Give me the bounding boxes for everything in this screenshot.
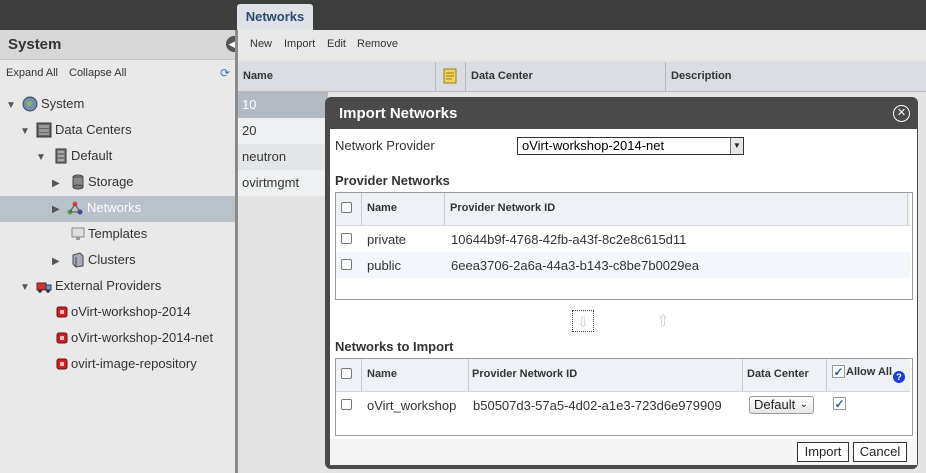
column-header-name[interactable]: Name bbox=[367, 368, 397, 380]
provider-icon bbox=[56, 332, 68, 344]
expand-arrow-icon[interactable]: ▼ bbox=[20, 282, 30, 293]
tab-networks[interactable]: Networks bbox=[237, 4, 313, 30]
column-header-name[interactable]: Name bbox=[367, 202, 397, 214]
tree-item-data-centers[interactable]: Data Centers bbox=[55, 117, 132, 143]
chevron-down-icon[interactable]: ▼ bbox=[730, 138, 743, 154]
datacenters-icon bbox=[36, 122, 52, 138]
data-center-select[interactable]: Default ⌄ bbox=[749, 396, 814, 414]
column-header-data-center[interactable]: Data Center bbox=[471, 70, 533, 82]
network-name: private bbox=[367, 232, 407, 247]
expand-arrow-icon[interactable]: ▶ bbox=[52, 178, 60, 189]
template-icon bbox=[71, 227, 85, 240]
table-row[interactable]: 20 bbox=[238, 118, 328, 144]
move-down-button[interactable]: ⇩ bbox=[572, 310, 594, 332]
refresh-icon[interactable]: ⟳ bbox=[220, 66, 230, 80]
tree-item-clusters[interactable]: Clusters bbox=[88, 247, 136, 273]
new-button[interactable]: New bbox=[250, 38, 272, 50]
tree-item-system[interactable]: System bbox=[41, 91, 84, 117]
allow-all-header-checkbox[interactable]: ✓ bbox=[832, 365, 845, 378]
column-divider bbox=[361, 359, 362, 391]
tree-item-external-providers[interactable]: External Providers bbox=[55, 273, 161, 299]
column-divider bbox=[468, 359, 469, 391]
tree-item-storage[interactable]: Storage bbox=[88, 169, 134, 195]
network-id: 10644b9f-4768-42fb-a43f-8c2e8c615d11 bbox=[451, 232, 687, 247]
cancel-button[interactable]: Cancel bbox=[853, 442, 907, 462]
provider-icon bbox=[56, 358, 68, 370]
import-button[interactable]: Import bbox=[797, 442, 849, 462]
expand-arrow-icon[interactable]: ▶ bbox=[52, 204, 60, 215]
collapse-all-button[interactable]: Collapse All bbox=[69, 67, 126, 79]
column-divider bbox=[435, 62, 436, 92]
column-divider bbox=[907, 193, 908, 225]
network-provider-label: Network Provider bbox=[335, 138, 435, 153]
provider-icon bbox=[56, 306, 68, 318]
import-button[interactable]: Import bbox=[284, 38, 315, 50]
remove-button[interactable]: Remove bbox=[357, 38, 398, 50]
globe-icon bbox=[22, 96, 38, 112]
select-all-checkbox[interactable] bbox=[341, 202, 352, 213]
column-header-provider-network-id[interactable]: Provider Network ID bbox=[472, 368, 577, 380]
select-all-checkbox[interactable] bbox=[341, 368, 352, 379]
table-row[interactable]: 10 bbox=[238, 92, 328, 118]
help-icon[interactable]: ? bbox=[893, 371, 905, 383]
expand-arrow-icon[interactable]: ▼ bbox=[6, 100, 16, 111]
column-divider bbox=[361, 193, 362, 225]
expand-arrow-icon[interactable]: ▼ bbox=[20, 126, 30, 137]
edit-button[interactable]: Edit bbox=[327, 38, 346, 50]
expand-arrow-icon[interactable]: ▶ bbox=[52, 256, 60, 267]
column-header-data-center[interactable]: Data Center bbox=[747, 368, 809, 380]
network-provider-select[interactable]: oVirt-workshop-2014-net bbox=[517, 137, 744, 155]
data-center-value: Default bbox=[754, 397, 796, 412]
network-id: 6eea3706-2a6a-44a3-b143-c8be7b0029ea bbox=[451, 258, 699, 273]
column-header-description[interactable]: Description bbox=[671, 70, 732, 82]
grid-header bbox=[238, 62, 926, 92]
row-checkbox[interactable] bbox=[341, 399, 352, 410]
expand-arrow-icon[interactable]: ▼ bbox=[36, 152, 46, 163]
column-header-name[interactable]: Name bbox=[243, 70, 273, 82]
chevron-down-icon: ⌄ bbox=[799, 399, 808, 410]
tree-item-default[interactable]: Default bbox=[71, 143, 112, 169]
dialog-title: Import Networks bbox=[339, 105, 458, 122]
column-divider bbox=[826, 359, 827, 391]
close-icon[interactable]: ✕ bbox=[893, 105, 910, 122]
network-id: b50507d3-57a5-4d02-a1e3-723d6e979909 bbox=[473, 398, 722, 413]
network-name: public bbox=[367, 258, 401, 273]
tree-item-networks[interactable]: Networks bbox=[87, 195, 141, 221]
provider-networks-title: Provider Networks bbox=[335, 173, 450, 188]
column-divider bbox=[465, 62, 466, 92]
storage-icon bbox=[72, 174, 84, 190]
panel-title: System bbox=[8, 36, 62, 53]
column-header-allow-all: Allow All bbox=[846, 366, 893, 378]
top-bar bbox=[0, 0, 926, 30]
networks-to-import-title: Networks to Import bbox=[335, 339, 454, 354]
column-divider bbox=[444, 193, 445, 225]
tree-item-provider[interactable]: oVirt-workshop-2014-net bbox=[71, 325, 213, 351]
datacenter-icon bbox=[55, 148, 67, 164]
row-checkbox[interactable] bbox=[341, 233, 352, 244]
tree-item-provider[interactable]: oVirt-workshop-2014 bbox=[71, 299, 191, 325]
table-header bbox=[336, 359, 910, 392]
table-row[interactable]: ovirtmgmt bbox=[238, 170, 328, 196]
column-header-provider-network-id[interactable]: Provider Network ID bbox=[450, 202, 555, 214]
table-header bbox=[336, 193, 910, 226]
comment-icon bbox=[443, 68, 457, 84]
network-icon bbox=[67, 201, 83, 215]
table-row[interactable]: neutron bbox=[238, 144, 328, 170]
row-checkbox[interactable] bbox=[341, 259, 352, 270]
network-name: oVirt_workshop bbox=[367, 398, 457, 413]
expand-all-button[interactable]: Expand All bbox=[6, 67, 58, 79]
truck-icon bbox=[36, 282, 52, 293]
cluster-icon bbox=[72, 252, 84, 268]
tree-item-templates[interactable]: Templates bbox=[88, 221, 147, 247]
move-up-button[interactable]: ⇧ bbox=[652, 311, 674, 333]
column-divider bbox=[665, 62, 666, 92]
column-divider bbox=[742, 359, 743, 391]
tree-item-provider[interactable]: ovirt-image-repository bbox=[71, 351, 197, 377]
allow-all-checkbox[interactable]: ✓ bbox=[833, 397, 846, 410]
